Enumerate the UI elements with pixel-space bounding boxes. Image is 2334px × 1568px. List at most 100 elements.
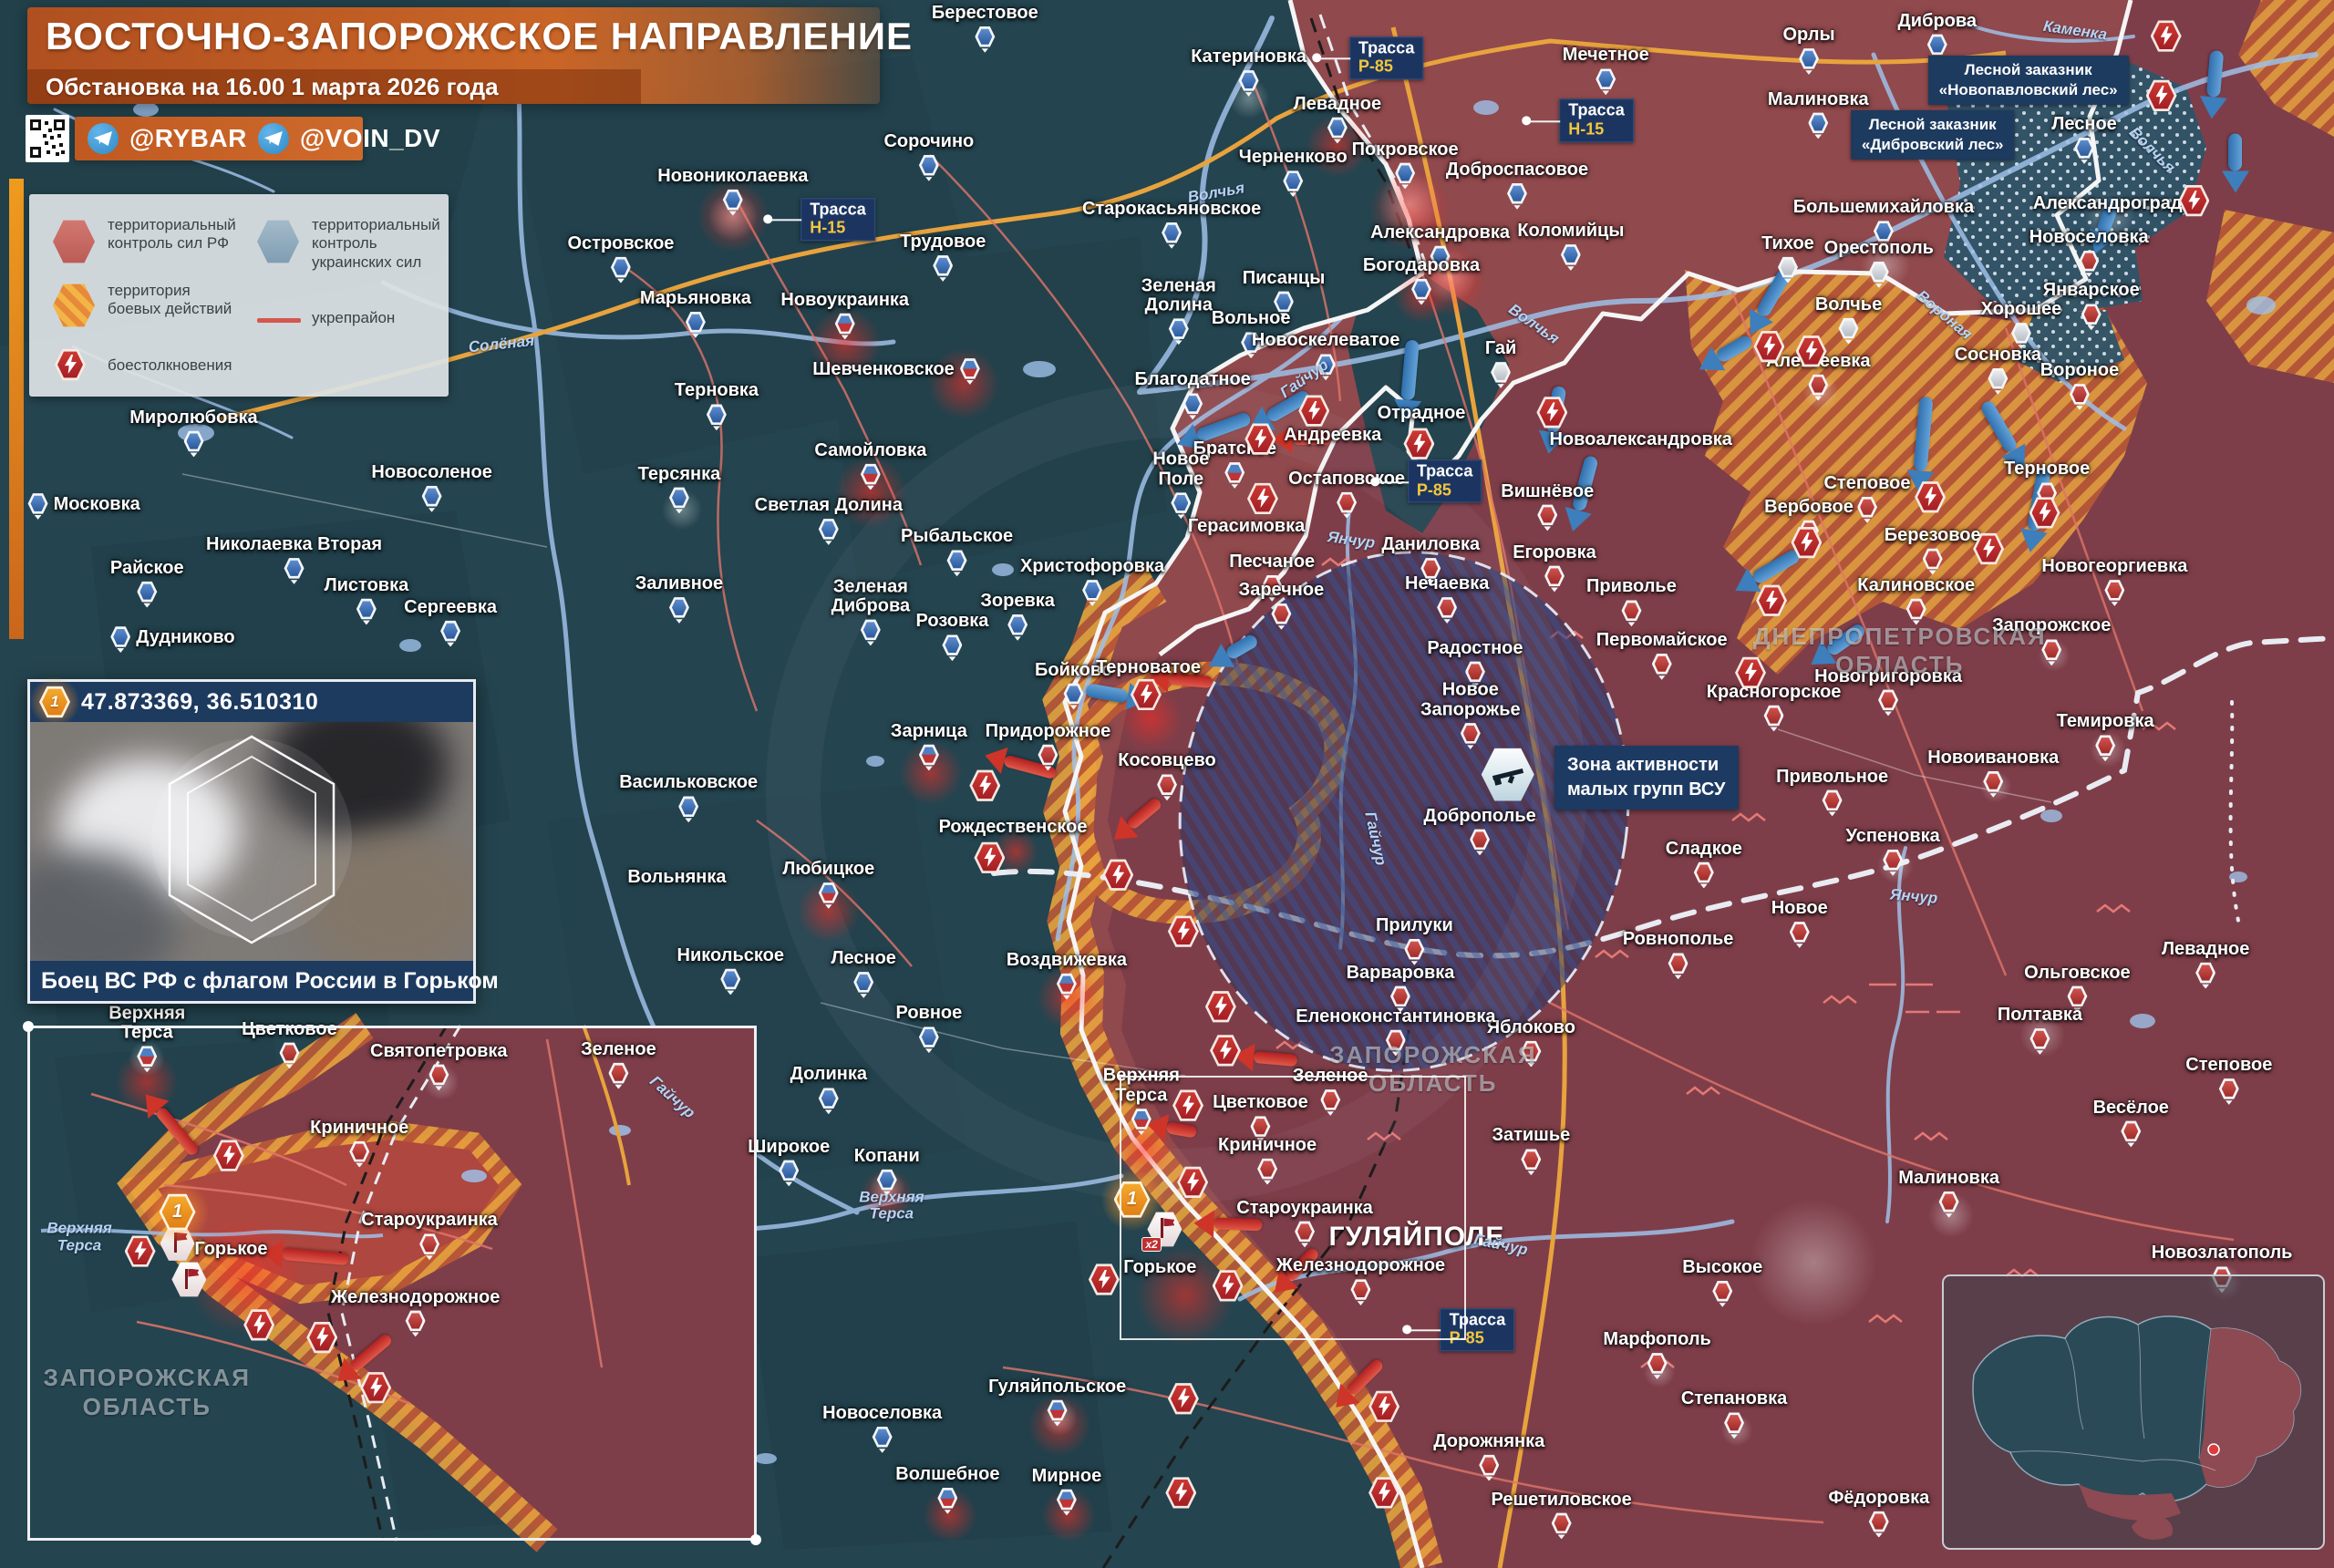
river-label: Солёная (468, 333, 535, 356)
town-marker-icon (779, 1159, 799, 1186)
river-label: Каменка (2042, 18, 2108, 44)
town-marker-icon (1694, 861, 1714, 889)
town-name: Березовое (1885, 526, 1981, 546)
town: Первомайское (1596, 631, 1728, 680)
river-label: Верхняя Терса (46, 1220, 111, 1253)
town-name: Новосоленое (371, 463, 491, 483)
town-marker-icon (1869, 1511, 1889, 1538)
town-name: Орлы (1782, 26, 1834, 46)
town-name: Святопетровка (370, 1042, 508, 1062)
clash-icon (125, 1234, 156, 1269)
town-name: Вишнёвое (1501, 482, 1594, 502)
road-callout: ТрассаН-15 (800, 198, 875, 241)
advance-arrow-blue (1392, 339, 1427, 423)
town-name: Верхняя Терса (108, 1004, 185, 1043)
town: Вишнёвое (1501, 482, 1594, 531)
town-marker-icon (1283, 170, 1303, 197)
town-marker-icon (28, 492, 48, 520)
town-name: Затишье (1492, 1127, 1570, 1147)
town-name: Новогеоргиевка (2041, 557, 2187, 577)
town-marker-icon (1470, 828, 1490, 855)
town-marker-icon (873, 1426, 893, 1453)
town-marker-icon (1652, 653, 1672, 680)
town-name: Копани (854, 1147, 920, 1167)
town: Степовое (2185, 1056, 2272, 1105)
town-name: Сладкое (1666, 840, 1742, 860)
town-marker-icon (1420, 557, 1441, 584)
clash-icon (1172, 1088, 1203, 1123)
clash-icon (360, 1370, 391, 1405)
river-label: Волчья (2125, 124, 2178, 177)
town-marker-icon (1295, 1220, 1315, 1247)
town-name: Гай (1485, 339, 1517, 359)
town-marker-icon (1241, 331, 1261, 358)
channel-handle-rybar[interactable]: @RYBAR (129, 124, 247, 153)
town-marker-icon (669, 596, 689, 624)
town-name: Левадное (1294, 95, 1381, 115)
attack-glow (834, 456, 907, 529)
title-box: ВОСТОЧНО-ЗАПОРОЖСКОЕ НАПРАВЛЕНИЕ Обстано… (27, 7, 880, 104)
clash-icon (243, 1307, 274, 1342)
photo-ref-marker: 1 (160, 1192, 196, 1233)
town: Новогеоргиевка (2041, 557, 2187, 606)
town-marker-icon (1064, 682, 1084, 709)
town: Заречное (1239, 581, 1325, 630)
town-marker-icon (1437, 596, 1457, 624)
town-marker-icon (1465, 660, 1485, 687)
town-marker-icon (947, 549, 967, 576)
advance-arrow-red (1265, 1241, 1326, 1302)
town-marker-icon (1808, 111, 1828, 139)
town-marker-icon (1404, 938, 1424, 965)
clash-icon (1168, 914, 1199, 949)
telegram-icon (258, 123, 289, 154)
town-name: Левадное (2162, 940, 2249, 960)
town-name: Коломийцы (1517, 222, 1624, 242)
settlement-haze (661, 490, 702, 531)
town-marker-icon (1778, 256, 1798, 284)
settlement-haze (2085, 191, 2135, 242)
town-name: Бойково (1035, 661, 1112, 681)
town: Сладкое (1666, 840, 1742, 889)
clash-icon (1102, 858, 1133, 892)
advance-arrow-blue (1172, 405, 1255, 457)
town-name: Нечаевка (1405, 574, 1489, 594)
town-name: Тихое (1761, 234, 1814, 254)
town: Березовое (1885, 526, 1981, 575)
captured-flag-icon (171, 1261, 206, 1299)
river-label: Гайчур (646, 1073, 698, 1122)
town-marker-icon (1038, 744, 1058, 771)
settlement-haze (1928, 1192, 1974, 1238)
settlement-haze (1720, 1414, 1752, 1446)
town-marker-icon (1712, 1280, 1732, 1307)
town-name: Успеновка (1846, 827, 1940, 847)
town-name: Еленоконстантиновка (1296, 1007, 1495, 1027)
town-name: Заречное (1239, 581, 1325, 601)
legend-label: территориальный контроль сил РФ (108, 216, 236, 253)
legend-battle-hex-icon (53, 282, 95, 329)
town: Доброполье (1423, 807, 1535, 856)
town: Тихое (1761, 234, 1814, 284)
road-callout-title: Трасса (1568, 101, 1625, 120)
town: Лесное (831, 949, 895, 998)
channel-handle-voin-dv[interactable]: @VOIN_DV (300, 124, 440, 153)
town: Бойково (1035, 661, 1112, 710)
town: Цветковое (1213, 1094, 1308, 1143)
town-name: Решетиловское (1492, 1491, 1632, 1511)
town-name: Марьяновка (640, 289, 751, 309)
accent-strip (9, 179, 24, 639)
town: Новоалександровка (1549, 431, 1731, 451)
road-callout-number: Н-15 (810, 219, 866, 238)
town: Привольное (1776, 768, 1888, 817)
town-name: Терноватое (1096, 658, 1201, 678)
town-marker-icon (975, 26, 995, 53)
town: Отрадное (1378, 404, 1466, 424)
town-name: Сосновка (1955, 346, 2041, 366)
town-marker-icon (1262, 574, 1282, 602)
minimap-graphic (1942, 1274, 2325, 1550)
town-marker-icon (1390, 985, 1410, 1012)
ukraine-minimap (1942, 1274, 2325, 1550)
town: Решетиловское (1492, 1491, 1632, 1540)
town: Новое Запорожье (1420, 681, 1521, 749)
town-name: Новое (1771, 899, 1828, 919)
attack-glow (923, 1488, 977, 1542)
